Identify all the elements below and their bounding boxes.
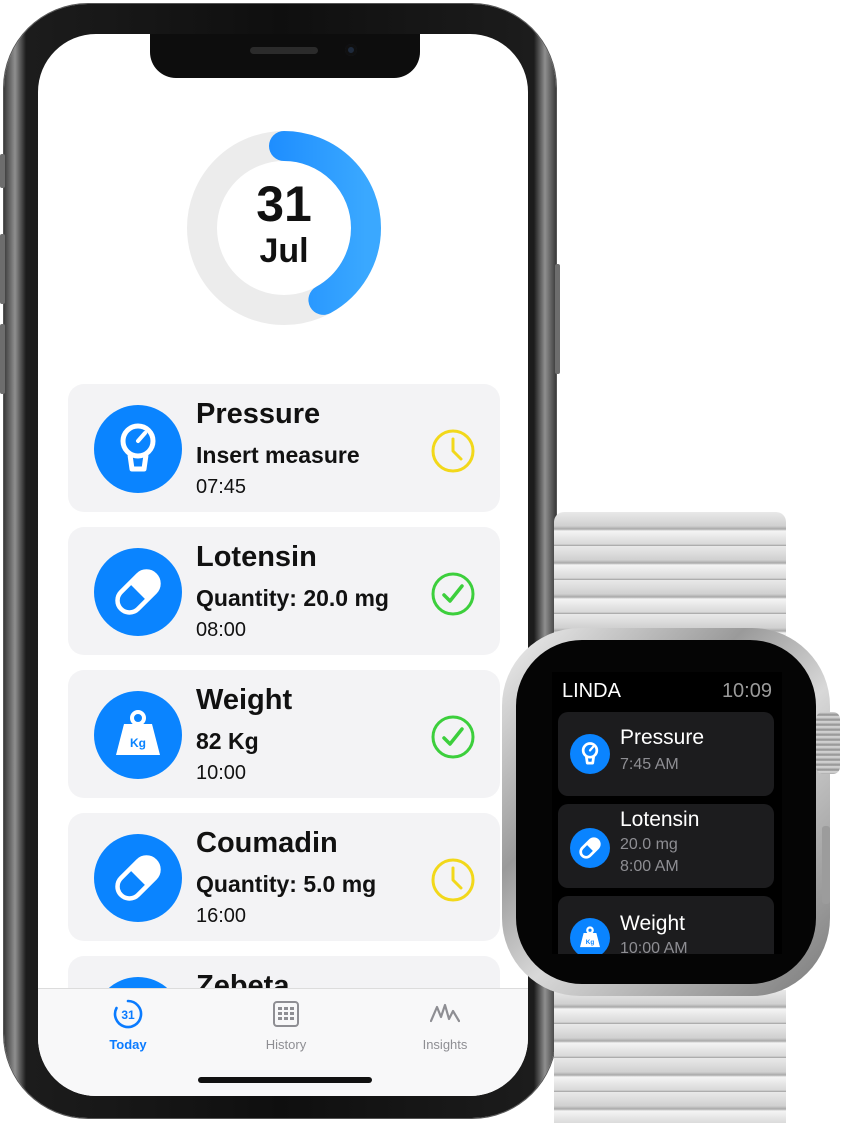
- entry-title: Lotensin: [196, 541, 317, 573]
- volume-up-button: [0, 234, 5, 304]
- phone-frame: 31 Jul Pressure Insert measure 07:45 Lot…: [0, 4, 560, 1118]
- digital-crown[interactable]: [816, 712, 840, 774]
- watch-item-title: Weight: [620, 912, 685, 935]
- pill-icon: [570, 828, 610, 868]
- watch-item-pressure[interactable]: Pressure 7:45 AM: [558, 712, 774, 796]
- entry-time: 07:45: [196, 476, 247, 498]
- weight-icon-label: Kg: [130, 736, 146, 750]
- watch-app-name: LINDA: [562, 680, 621, 702]
- home-indicator[interactable]: [198, 1077, 372, 1083]
- check-icon[interactable]: [430, 714, 476, 760]
- watch-item-lotensin[interactable]: Lotensin 20.0 mg 8:00 AM: [558, 804, 774, 888]
- watch-side-button[interactable]: [822, 826, 830, 904]
- side-button: [555, 264, 560, 374]
- tab-history[interactable]: History: [231, 999, 341, 1052]
- tab-insights[interactable]: Insights: [390, 999, 500, 1052]
- pill-icon: [94, 548, 182, 636]
- entry-card-coumadin[interactable]: Coumadin Quantity: 5.0 mg 16:00: [68, 813, 500, 941]
- watch-band-top: [554, 512, 786, 642]
- today-icon-text: 31: [121, 1008, 135, 1022]
- watch-item-line: 20.0 mg: [620, 836, 678, 853]
- weight-icon: Kg: [94, 691, 182, 779]
- watch-band-bottom: [554, 990, 786, 1123]
- tab-label: Insights: [422, 1037, 468, 1052]
- entry-detail: Quantity: 5.0 mg: [196, 871, 377, 897]
- watch-item-title: Lotensin: [620, 808, 700, 831]
- speaker: [250, 47, 318, 54]
- entry-time: 10:00: [196, 762, 247, 784]
- calendar-today-icon: 31: [113, 999, 143, 1029]
- watch-item-line: 8:00 AM: [620, 858, 679, 875]
- pressure-gauge-icon: [570, 734, 610, 774]
- pulse-icon: [430, 1003, 460, 1023]
- weight-icon-label: Kg: [586, 939, 595, 946]
- check-icon[interactable]: [430, 571, 476, 617]
- date-day: 31: [256, 176, 312, 232]
- entry-time: 16:00: [196, 905, 247, 927]
- date-progress-ring[interactable]: 31 Jul: [184, 128, 384, 328]
- calendar-grid-icon: [273, 1001, 299, 1027]
- date-month: Jul: [259, 232, 309, 270]
- tab-label: History: [265, 1037, 307, 1052]
- entry-detail: Quantity: 20.0 mg: [196, 585, 389, 611]
- watch-item-title: Pressure: [620, 726, 705, 749]
- tab-today[interactable]: 31 Today: [73, 999, 183, 1052]
- entry-title: Weight: [196, 684, 293, 716]
- camera: [345, 44, 357, 56]
- tab-label: Today: [109, 1037, 147, 1052]
- entry-title: Coumadin: [196, 827, 338, 859]
- phone-screen: 31 Jul Pressure Insert measure 07:45 Lot…: [38, 34, 528, 1096]
- entry-title: Pressure: [196, 398, 321, 430]
- clock-icon[interactable]: [430, 857, 476, 903]
- mute-switch: [0, 154, 5, 188]
- watch-item-line: 7:45 AM: [620, 756, 679, 773]
- pill-icon: [94, 834, 182, 922]
- entry-card-pressure[interactable]: Pressure Insert measure 07:45: [68, 384, 500, 512]
- watch-item-line: 10:00 AM: [620, 940, 688, 954]
- weight-icon: Kg: [570, 918, 610, 954]
- entry-card-weight[interactable]: Kg Weight 82 Kg 10:00: [68, 670, 500, 798]
- entry-time: 08:00: [196, 619, 247, 641]
- entry-detail: 82 Kg: [196, 728, 259, 754]
- watch-item-weight[interactable]: Kg Weight 10:00 AM: [558, 896, 774, 954]
- watch-time: 10:09: [721, 680, 772, 702]
- entry-card-lotensin[interactable]: Lotensin Quantity: 20.0 mg 08:00: [68, 527, 500, 655]
- notch: [150, 34, 420, 78]
- clock-icon[interactable]: [430, 428, 476, 474]
- entry-detail: Insert measure: [196, 442, 360, 468]
- pressure-gauge-icon: [94, 405, 182, 493]
- volume-down-button: [0, 324, 5, 394]
- watch-screen: LINDA 10:09 Pressure 7:45 AM Lotensin 20…: [552, 672, 782, 954]
